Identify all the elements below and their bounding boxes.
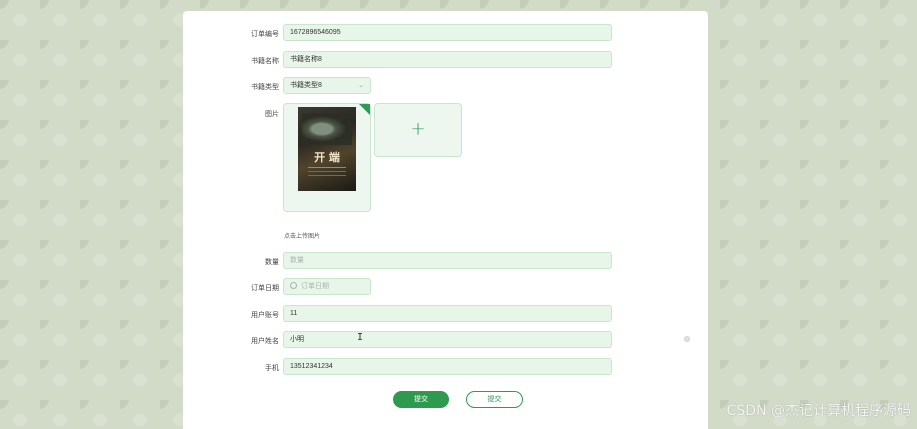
book-type-value: 书籍类型8 [290, 82, 322, 89]
quantity-input[interactable]: 数量 [283, 252, 612, 269]
book-type-label: 书籍类型 [251, 84, 279, 91]
chevron-down-icon: ⌄ [358, 82, 364, 89]
book-name-input[interactable]: 书籍名称8 [283, 51, 612, 68]
user-name-input[interactable]: 小明 [283, 331, 612, 348]
upload-trigger[interactable]: + [374, 103, 462, 157]
image-label: 图片 [265, 111, 279, 118]
phone-input[interactable]: 13512341234 [283, 358, 612, 375]
book-cover-image: 开 端 [298, 107, 356, 191]
book-cover-art [302, 113, 352, 145]
phone-label: 手机 [265, 365, 279, 372]
text-cursor-icon: I [357, 332, 364, 343]
plus-icon: + [410, 118, 426, 140]
uploaded-image-card[interactable]: 开 端 [283, 103, 371, 212]
order-date-picker[interactable]: 订单日期 [283, 278, 371, 295]
uploaded-status-corner [359, 104, 370, 115]
upload-hint: 点击上传图片 [284, 234, 321, 240]
quantity-label: 数量 [265, 259, 279, 266]
user-account-input[interactable]: 11 [283, 305, 612, 322]
book-cover-lines [308, 167, 346, 168]
watermark-text: CSDN @杰记计算机程序源码 [726, 403, 911, 419]
user-account-label: 用户账号 [251, 312, 279, 319]
order-date-label: 订单日期 [251, 285, 279, 292]
order-no-input[interactable]: 1672896546095 [283, 24, 612, 41]
clock-icon [290, 282, 297, 289]
cancel-button[interactable]: 提交 [466, 391, 523, 408]
submit-button[interactable]: 提交 [393, 391, 449, 408]
book-cover-title: 开 端 [314, 151, 340, 164]
book-type-select[interactable]: 书籍类型8 ⌄ [283, 77, 371, 94]
user-name-label: 用户姓名 [251, 338, 279, 345]
order-date-placeholder: 订单日期 [301, 283, 329, 290]
book-name-label: 书籍名称 [251, 58, 279, 65]
scroll-indicator[interactable] [684, 336, 690, 342]
order-no-label: 订单编号 [251, 31, 279, 38]
